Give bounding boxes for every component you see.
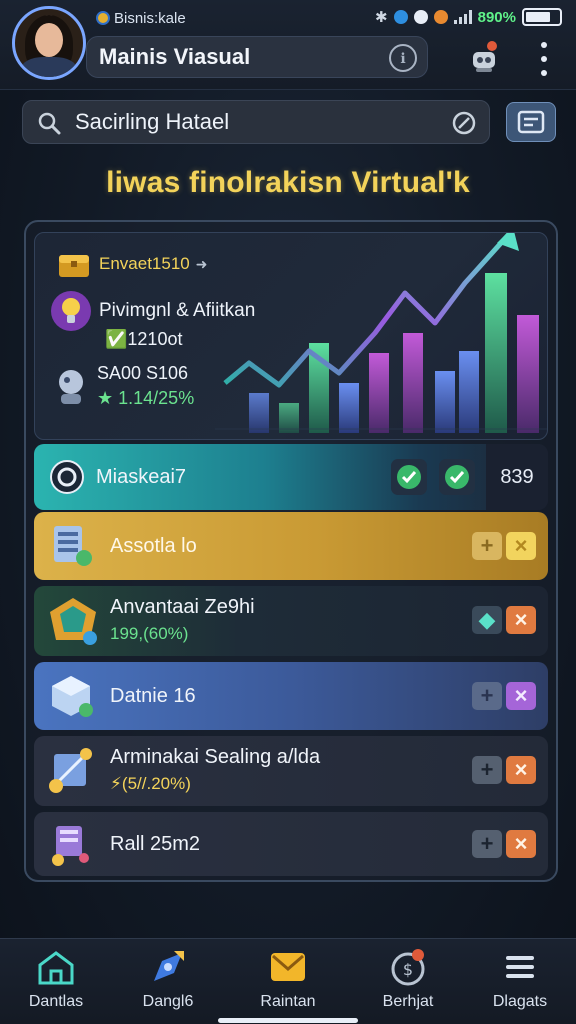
list-item-label: Miaskeai7 bbox=[96, 465, 187, 488]
hero-stats-row: SA00 S106 ★ 1.14/25% bbox=[51, 363, 194, 409]
nav-item-home[interactable]: Dantlas bbox=[6, 947, 106, 1021]
target-icon bbox=[50, 460, 84, 494]
status-bar: ✱ 890% bbox=[375, 6, 562, 28]
nav-label: Dlagats bbox=[492, 993, 548, 1010]
list-item-label: Anvantaai Ze9hi bbox=[110, 596, 255, 618]
analytics-box-icon bbox=[49, 748, 92, 793]
nav-item-menu[interactable]: Dlagats bbox=[470, 947, 570, 1021]
nav-item-mail[interactable]: Raintan bbox=[238, 947, 338, 1021]
filter-button[interactable] bbox=[506, 102, 556, 142]
list-item[interactable]: Assotla lo + × bbox=[34, 512, 548, 580]
search-icon bbox=[38, 112, 61, 135]
search-bar[interactable]: Sacirling Hatael bbox=[22, 100, 490, 144]
page-title: Mainis Viasual bbox=[99, 44, 251, 69]
avatar[interactable] bbox=[12, 6, 86, 80]
tag-icon: ➜ bbox=[195, 255, 208, 272]
list-item-sub: ⚡(5//.20%) bbox=[110, 774, 191, 793]
treasure-chest-icon bbox=[50, 598, 97, 645]
hero-card[interactable]: Envaet1510 ➜ Pivimgnl & Afiitkan ✅1210ot… bbox=[34, 232, 548, 440]
hero-points-row: ✅1210ot bbox=[105, 329, 182, 350]
add-button[interactable]: + bbox=[472, 682, 502, 710]
nav-label: Raintan bbox=[260, 993, 316, 1010]
battery-percent: 890% bbox=[477, 8, 516, 26]
nav-item-coin[interactable]: $ Berhjat bbox=[358, 947, 458, 1021]
headline: liwas finolrakisn Virtual'k bbox=[106, 166, 470, 199]
add-button[interactable]: + bbox=[472, 756, 502, 784]
hero-points: ✅1210ot bbox=[105, 329, 183, 349]
signal-icon bbox=[453, 10, 472, 24]
hero-lightbulb-row: Pivimgnl & Afiitkan bbox=[49, 289, 255, 333]
list-item-label: Datnie 16 bbox=[110, 684, 196, 707]
sync-icon bbox=[393, 10, 408, 24]
home-indicator[interactable] bbox=[218, 1018, 358, 1023]
list-item-sub: 199,(60%) bbox=[110, 624, 189, 643]
svg-text:$: $ bbox=[403, 960, 413, 979]
list-item[interactable]: Datnie 16 + × bbox=[34, 662, 548, 730]
battery-icon bbox=[522, 8, 562, 26]
bluetooth-icon: ✱ bbox=[375, 9, 388, 26]
remove-button[interactable]: × bbox=[506, 606, 536, 634]
treasure-chest-icon bbox=[59, 255, 89, 277]
list-item[interactable]: Miaskeai7 839 bbox=[34, 444, 548, 510]
hero-stat-value: SA00 S106 bbox=[97, 363, 189, 383]
check-icon[interactable] bbox=[438, 458, 476, 496]
home-icon bbox=[38, 951, 74, 985]
more-options-icon[interactable] bbox=[534, 42, 554, 76]
count-badge: 839 bbox=[486, 444, 548, 510]
list-item-label: Assotla lo bbox=[110, 534, 197, 557]
nav-label: Dantlas bbox=[28, 993, 84, 1010]
nav-item-rocket[interactable]: Dangl6 bbox=[118, 947, 218, 1021]
lightbulb-icon bbox=[51, 291, 91, 331]
hero-badge-row: Envaet1510 ➜ bbox=[55, 245, 207, 283]
rocket-icon bbox=[154, 951, 184, 981]
list-item-label: Rall 25m2 bbox=[110, 832, 201, 855]
app-status-icon bbox=[96, 11, 110, 25]
circle-icon bbox=[413, 10, 428, 24]
remove-button[interactable]: × bbox=[506, 532, 536, 560]
cube-icon bbox=[52, 676, 93, 717]
robot-notification-icon[interactable] bbox=[466, 38, 502, 74]
server-icon bbox=[54, 526, 92, 566]
check-icon[interactable] bbox=[390, 458, 428, 496]
nav-label: Berhjat bbox=[382, 993, 434, 1010]
bottom-nav: Dantlas Dangl6 Raintan $ Berhjat Dlagats bbox=[0, 938, 576, 1024]
hero-badge: Envaet1510 bbox=[99, 254, 190, 273]
search-input[interactable]: Sacirling Hatael bbox=[75, 109, 229, 135]
menu-icon bbox=[506, 956, 534, 978]
status-app-label: Bisnis:kale bbox=[96, 8, 186, 28]
list-item[interactable]: Anvantaai Ze9hi 199,(60%) ◆ × bbox=[34, 586, 548, 656]
coin-icon: $ bbox=[391, 949, 425, 986]
page-title-pill[interactable]: Mainis Viasual ℹ bbox=[86, 36, 428, 78]
add-button[interactable]: ◆ bbox=[472, 606, 502, 634]
app-header: Bisnis:kale ✱ 890% Mainis Viasual ℹ bbox=[0, 0, 576, 90]
list-item[interactable]: Arminakai Sealing a/lda ⚡(5//.20%) + × bbox=[34, 736, 548, 806]
notification-icon bbox=[433, 10, 448, 24]
hero-title: Pivimgnl & Afiitkan bbox=[99, 300, 256, 321]
remove-button[interactable]: × bbox=[506, 756, 536, 784]
remove-button[interactable]: × bbox=[506, 830, 536, 858]
hero-stat-change: ★ 1.14/25% bbox=[97, 388, 195, 408]
add-button[interactable]: + bbox=[472, 532, 502, 560]
nav-label: Dangl6 bbox=[142, 993, 194, 1010]
list-filter-icon bbox=[517, 110, 545, 134]
list-item[interactable]: Rall 25m2 + × bbox=[34, 812, 548, 876]
mail-icon bbox=[271, 953, 305, 981]
add-button[interactable]: + bbox=[472, 830, 502, 858]
clear-search-icon[interactable] bbox=[451, 110, 477, 136]
server-stack-icon bbox=[52, 826, 89, 866]
robot-icon bbox=[59, 370, 83, 404]
remove-button[interactable]: × bbox=[506, 682, 536, 710]
list-item-label: Arminakai Sealing a/lda bbox=[110, 746, 321, 768]
info-icon[interactable]: ℹ bbox=[389, 44, 417, 72]
